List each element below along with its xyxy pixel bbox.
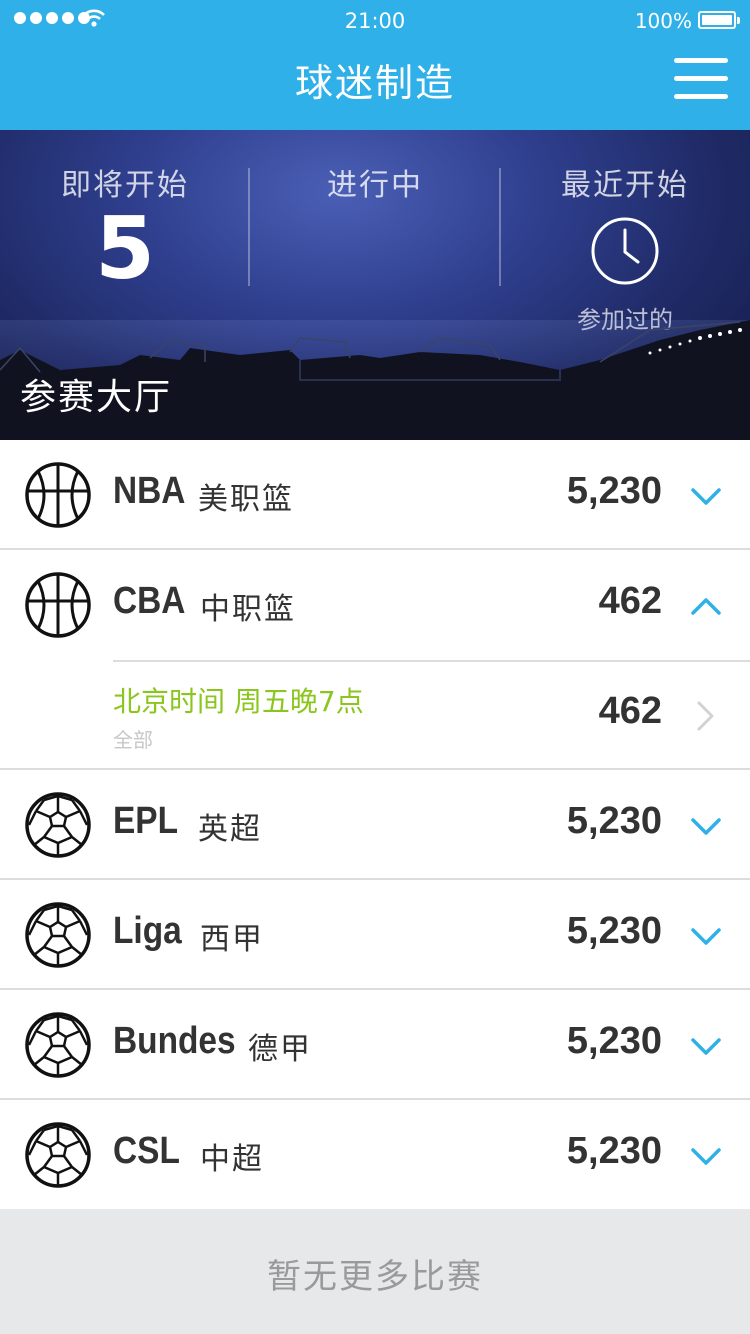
league-count: 5,230 (566, 910, 662, 952)
footer-text: 暂无更多比赛 (267, 1257, 483, 1297)
chevron-down-icon (691, 1038, 721, 1055)
league-count: 5,230 (566, 1020, 662, 1062)
clock-icon (591, 217, 659, 285)
basketball-icon (25, 572, 91, 638)
footer-empty-state: 暂无更多比赛 (0, 1209, 750, 1334)
soccer-ball-icon (25, 902, 91, 968)
league-row-nba[interactable]: NBA 美职篮 5,230 (0, 440, 750, 550)
chevron-down-icon (691, 818, 721, 835)
soccer-ball-icon (25, 1012, 91, 1078)
league-code: CSL (113, 1130, 180, 1172)
league-code: CBA (113, 580, 186, 622)
league-name: 西甲 (200, 922, 264, 957)
league-count: 5,230 (566, 800, 662, 842)
chevron-right-icon (697, 701, 714, 731)
soccer-ball-icon (25, 1122, 91, 1188)
divider (113, 660, 750, 662)
chevron-down-icon (691, 488, 721, 505)
league-code: Bundes (113, 1020, 236, 1062)
recent-label: 最近开始 (561, 168, 689, 203)
league-row-epl[interactable]: EPL 英超 5,230 (0, 770, 750, 880)
battery-percent: 100% (634, 9, 692, 33)
league-name: 德甲 (248, 1032, 312, 1067)
league-row-csl[interactable]: CSL 中超 5,230 (0, 1100, 750, 1210)
soccer-ball-icon (25, 792, 91, 858)
chevron-down-icon (691, 928, 721, 945)
chevron-down-icon (691, 1148, 721, 1165)
hall-title: 参赛大厅 (20, 377, 173, 418)
upcoming-section[interactable]: 即将开始 5 (0, 160, 250, 292)
match-filter-text: 全部 (113, 728, 153, 752)
app-title: 球迷制造 (294, 61, 455, 105)
chevron-up-icon (691, 598, 721, 615)
league-row-liga[interactable]: Liga 西甲 5,230 (0, 880, 750, 990)
league-count: 462 (598, 580, 662, 622)
basketball-icon (25, 462, 91, 528)
league-name: 美职篮 (198, 482, 294, 517)
upcoming-count: 5 (95, 199, 155, 299)
cba-match-group[interactable]: 北京时间 周五晚7点 全部 462 (0, 660, 750, 770)
battery-icon (698, 11, 740, 29)
league-count: 5,230 (566, 1130, 662, 1172)
upcoming-label: 即将开始 (61, 168, 189, 203)
league-name: 英超 (198, 812, 262, 847)
status-bar: 21:00 100% (0, 0, 750, 40)
league-row-bundes[interactable]: Bundes 德甲 5,230 (0, 990, 750, 1100)
match-count: 462 (598, 690, 662, 732)
league-count: 5,230 (566, 470, 662, 512)
top-bar: 21:00 100% 球迷制造 (0, 0, 750, 130)
league-code: EPL (113, 800, 179, 842)
menu-button[interactable] (674, 56, 728, 100)
league-name: 中超 (200, 1142, 264, 1177)
league-name: 中职篮 (200, 592, 296, 627)
hero-banner: 即将开始 5 进行中 最近开始 参加过的 参赛大厅 (0, 130, 750, 440)
match-time-text: 北京时间 周五晚7点 (113, 685, 364, 718)
hamburger-icon (674, 58, 728, 63)
league-code: NBA (113, 470, 186, 512)
live-label: 进行中 (327, 168, 423, 203)
league-list: NBA 美职篮 5,230 CBA 中职篮 462 北京时间 周五晚7点 全部 … (0, 440, 750, 1210)
league-row-cba[interactable]: CBA 中职篮 462 (0, 550, 750, 660)
league-code: Liga (113, 910, 182, 952)
live-section[interactable]: 进行中 (250, 160, 500, 204)
